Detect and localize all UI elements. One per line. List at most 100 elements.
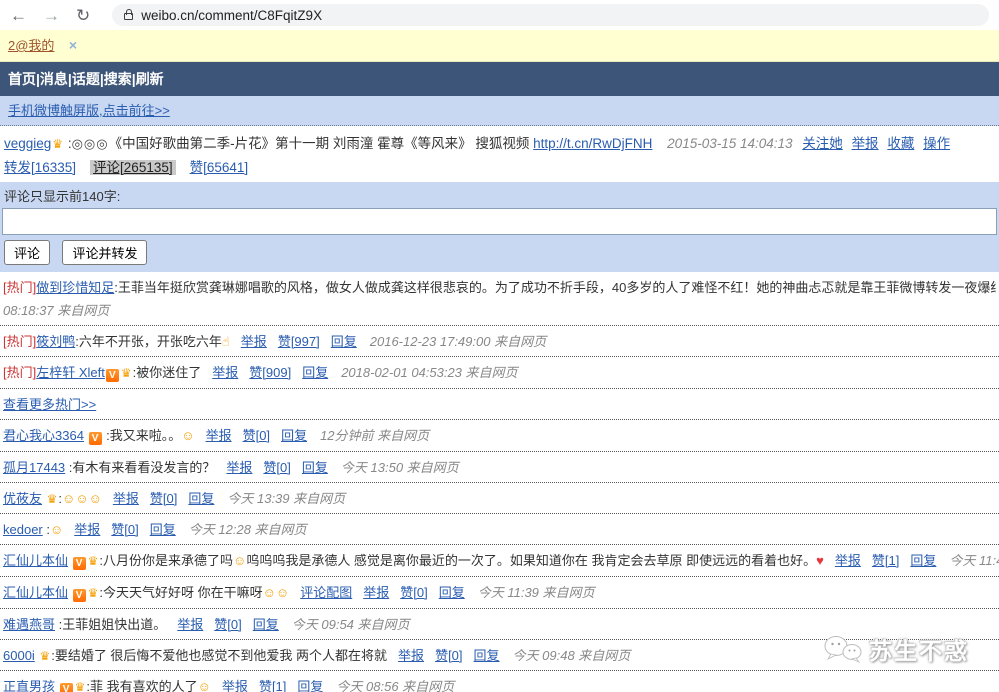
follow-link[interactable]: 关注她 bbox=[802, 136, 843, 151]
comment-button[interactable]: 评论 bbox=[4, 240, 51, 265]
commenter-link[interactable]: 做到珍惜知足 bbox=[36, 280, 114, 295]
like-link[interactable]: 赞[997] bbox=[278, 334, 320, 349]
reply-link[interactable]: 回复 bbox=[297, 679, 323, 692]
emote-icon: ☝ bbox=[221, 334, 230, 349]
hot-tag: [热门] bbox=[3, 334, 37, 349]
report-link[interactable]: 举报 bbox=[363, 585, 389, 600]
post-stats: 转发[16335] 评论[265135] 赞[65641] bbox=[0, 154, 999, 182]
vip-crown-icon: ♛ bbox=[87, 586, 99, 600]
nav-item-search[interactable]: 搜索 bbox=[104, 71, 132, 87]
commenter-link[interactable]: 汇仙儿本仙 bbox=[3, 585, 68, 600]
commenter-link[interactable]: 汇仙儿本仙 bbox=[3, 553, 68, 568]
reply-link[interactable]: 回复 bbox=[150, 522, 176, 537]
nav-item-refresh[interactable]: 刷新 bbox=[136, 71, 164, 87]
address-bar[interactable]: weibo.cn/comment/C8FqitZ9X bbox=[112, 4, 989, 26]
like-link[interactable]: 赞[0] bbox=[263, 460, 290, 475]
wechat-icon bbox=[824, 636, 862, 663]
like-link[interactable]: 赞[909] bbox=[249, 365, 291, 380]
favorite-link[interactable]: 收藏 bbox=[887, 136, 914, 151]
comment-and-repost-button[interactable]: 评论并转发 bbox=[62, 240, 148, 265]
vip-crown-icon: ♛ bbox=[87, 554, 99, 568]
post-url-link[interactable]: http://t.cn/RwDjFNH bbox=[533, 136, 652, 151]
url-text: weibo.cn/comment/C8FqitZ9X bbox=[141, 7, 323, 23]
mention-notice-link[interactable]: 2@我的 bbox=[8, 38, 54, 53]
commenter-link[interactable]: 优莜友 bbox=[3, 491, 42, 506]
back-icon[interactable]: ← bbox=[10, 7, 27, 24]
commenter-link[interactable]: 君心我心3364 bbox=[3, 428, 84, 443]
emote-icon: ☺ bbox=[275, 585, 290, 600]
commenter-link[interactable]: 筱刘鸭 bbox=[36, 334, 75, 349]
comment-input[interactable] bbox=[2, 208, 997, 235]
commenter-link[interactable]: 左梓轩 Xleft bbox=[36, 365, 105, 380]
reply-link[interactable]: 回复 bbox=[281, 428, 307, 443]
commenter-link[interactable]: 孤月17443 bbox=[3, 460, 65, 475]
comment-form-label: 评论只显示前140字: bbox=[4, 189, 121, 204]
emote-icon: ☺ bbox=[197, 679, 211, 692]
vip-crown-icon: ♛ bbox=[74, 680, 86, 692]
more-actions-link[interactable]: 操作 bbox=[923, 136, 950, 151]
commenter-link[interactable]: 难遇燕哥 bbox=[3, 617, 55, 632]
view-more-hot-link[interactable]: 查看更多热门>> bbox=[3, 397, 96, 412]
vip-crown-icon: ♛ bbox=[120, 366, 132, 380]
report-link[interactable]: 举报 bbox=[226, 460, 252, 475]
report-link[interactable]: 举报 bbox=[241, 334, 267, 349]
repost-count-link[interactable]: 转发[16335] bbox=[4, 160, 76, 175]
like-link[interactable]: 赞[0] bbox=[214, 617, 241, 632]
report-link[interactable]: 举报 bbox=[398, 648, 424, 663]
comment-form: 评论只显示前140字: 评论 评论并转发 bbox=[0, 182, 999, 272]
emote-icon: ☺ bbox=[181, 428, 195, 443]
verified-badge-icon: V bbox=[105, 369, 119, 382]
comment-image-link[interactable]: 评论配图 bbox=[300, 585, 352, 600]
notice-bar: 2@我的 × bbox=[0, 30, 999, 62]
reply-link[interactable]: 回复 bbox=[302, 365, 328, 380]
comment-row: 正直男孩 V ♛:菲 我有喜欢的人了☺ 举报 赞[1] 回复 今天 08:56 来自网页 bbox=[0, 671, 999, 692]
report-link[interactable]: 举报 bbox=[74, 522, 100, 537]
post-content: 《中国好歌曲第二季-片花》第十一期 刘雨潼 霍尊《等风来》 搜狐视频 bbox=[108, 136, 530, 151]
comment-time: 今天 09:54 来自网页 bbox=[291, 617, 410, 632]
hot-comment-row: [热门]做到珍惜知足:王菲当年挺欣赏龚琳娜唱歌的风格，做女人做成龚这样很悲哀的。… bbox=[0, 272, 999, 326]
post-author-link[interactable]: veggieg bbox=[4, 136, 51, 151]
report-link[interactable]: 举报 bbox=[206, 428, 232, 443]
like-link[interactable]: 赞[0] bbox=[243, 428, 270, 443]
report-link[interactable]: 举报 bbox=[113, 491, 139, 506]
report-link[interactable]: 举报 bbox=[212, 365, 238, 380]
commenter-link[interactable]: 6000i bbox=[3, 648, 35, 663]
report-link[interactable]: 举报 bbox=[222, 679, 248, 692]
comment-row: 汇仙儿本仙 V ♛:八月份你是来承德了吗☺呜呜呜我是承德人 感觉是离你最近的一次了… bbox=[0, 545, 999, 577]
nav-item-messages[interactable]: 消息 bbox=[40, 71, 68, 87]
comment-row: 孤月17443 :有木有来看看没发言的？ 举报 赞[0] 回复 今天 13:50 来自网… bbox=[0, 452, 999, 483]
like-link[interactable]: 赞[1] bbox=[259, 679, 286, 692]
like-link[interactable]: 赞[0] bbox=[150, 491, 177, 506]
like-link[interactable]: 赞[0] bbox=[111, 522, 138, 537]
reply-link[interactable]: 回复 bbox=[474, 648, 500, 663]
report-link[interactable]: 举报 bbox=[835, 553, 861, 568]
like-link[interactable]: 赞[0] bbox=[400, 585, 427, 600]
emote-icon: ☺ bbox=[75, 491, 89, 506]
reply-link[interactable]: 回复 bbox=[910, 553, 936, 568]
report-link[interactable]: 举报 bbox=[852, 136, 879, 151]
emote-icon: ☺ bbox=[233, 553, 247, 568]
hot-tag: [热门] bbox=[3, 280, 37, 295]
like-count-link[interactable]: 赞[65641] bbox=[190, 160, 249, 175]
report-link[interactable]: 举报 bbox=[177, 617, 203, 632]
comment-time: 今天 13:39 来自网页 bbox=[227, 491, 346, 506]
touch-version-link[interactable]: 手机微博触屏版,点击前往>> bbox=[8, 103, 170, 118]
reply-link[interactable]: 回复 bbox=[439, 585, 465, 600]
reply-link[interactable]: 回复 bbox=[331, 334, 357, 349]
vip-crown-icon: ♛ bbox=[46, 492, 58, 506]
forward-icon[interactable]: → bbox=[43, 7, 60, 24]
close-icon[interactable]: × bbox=[69, 37, 77, 53]
like-link[interactable]: 赞[1] bbox=[872, 553, 899, 568]
nav-item-home[interactable]: 首页 bbox=[8, 71, 36, 87]
like-link[interactable]: 赞[0] bbox=[435, 648, 462, 663]
commenter-link[interactable]: 正直男孩 bbox=[3, 679, 55, 692]
reply-link[interactable]: 回复 bbox=[302, 460, 328, 475]
reply-link[interactable]: 回复 bbox=[188, 491, 214, 506]
watermark-text: 苏生不惑 bbox=[869, 638, 969, 664]
refresh-icon[interactable]: ↻ bbox=[76, 7, 90, 24]
comment-count-current: 评论[265135] bbox=[90, 160, 176, 175]
nav-item-topics[interactable]: 话题 bbox=[72, 71, 100, 87]
commenter-link[interactable]: kedoer bbox=[3, 522, 43, 537]
reply-link[interactable]: 回复 bbox=[253, 617, 279, 632]
comment-text: :要结婚了 很后悔不爱他也感觉不到他爱我 两个人都在将就 bbox=[51, 648, 388, 663]
